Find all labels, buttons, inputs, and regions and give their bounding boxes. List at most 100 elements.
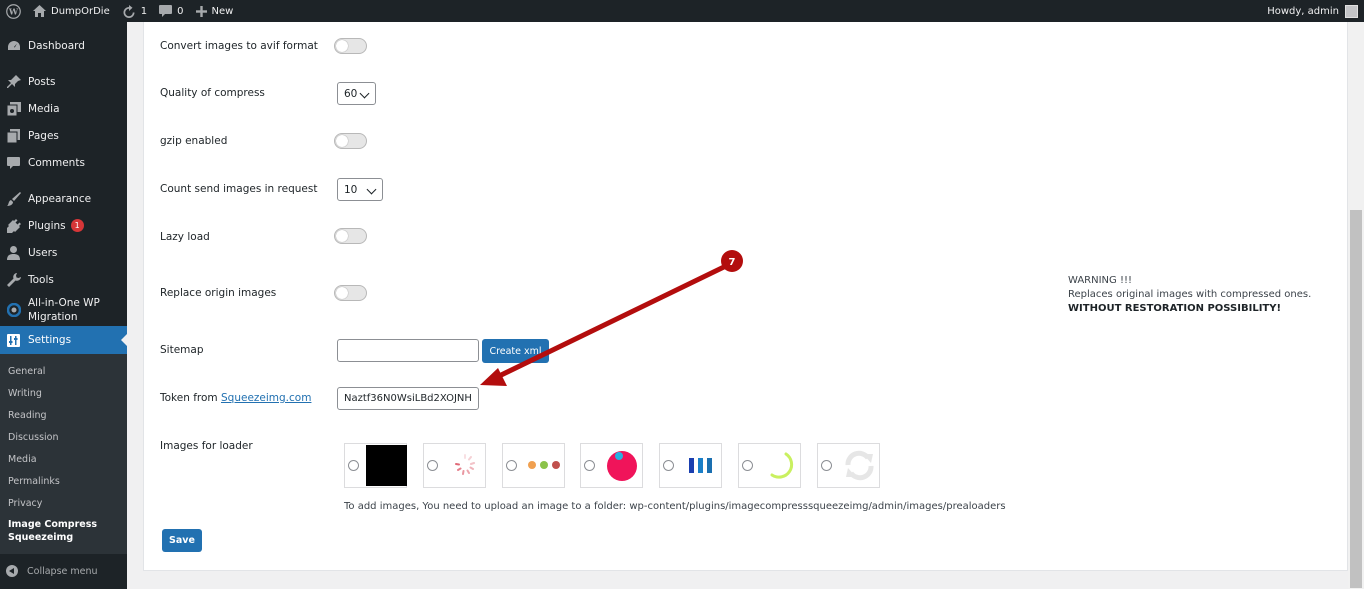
count-select[interactable]: 10 <box>337 178 383 201</box>
sidebar-item-dashboard[interactable]: Dashboard <box>0 32 127 59</box>
sidebar-item-all-in-one-wp-migration[interactable]: All-in-One WP Migration <box>0 293 127 326</box>
submenu-item-privacy[interactable]: Privacy <box>0 492 127 514</box>
submenu-item-general[interactable]: General <box>0 360 127 382</box>
updates-count: 1 <box>140 5 148 17</box>
gzip-toggle[interactable] <box>334 133 367 149</box>
loader-radio[interactable] <box>584 460 595 471</box>
plus-icon <box>195 5 207 17</box>
howdy-text: Howdy, admin <box>1267 5 1339 17</box>
submenu-item-image-compress-squeezeimg[interactable]: Image Compress Squeezeimg <box>0 514 100 548</box>
quality-label: Quality of compress <box>160 87 265 99</box>
dashed-spinner-loader-icon <box>445 445 486 486</box>
new-label: New <box>211 5 234 17</box>
sidebar-item-plugins[interactable]: Plugins 1 <box>0 212 127 239</box>
comments-link[interactable]: 0 <box>153 0 189 22</box>
new-content-link[interactable]: New <box>190 0 240 22</box>
sitemap-input[interactable] <box>337 339 479 362</box>
loader-label: Images for loader <box>160 440 253 452</box>
wrench-icon <box>6 272 21 287</box>
sidebar-item-tools[interactable]: Tools <box>0 266 127 293</box>
site-name-link[interactable]: DumpOrDie <box>27 0 116 22</box>
collapse-menu-button[interactable]: Collapse menu <box>0 558 127 584</box>
pages-icon <box>6 128 21 143</box>
brush-icon <box>6 191 21 206</box>
site-name: DumpOrDie <box>51 5 110 17</box>
token-input[interactable]: Naztf36N0WsiLBd2XOJNH <box>337 387 479 410</box>
loader-option-dots[interactable] <box>502 443 565 488</box>
submenu-item-media[interactable]: Media <box>0 448 127 470</box>
loader-radio[interactable] <box>663 460 674 471</box>
admin-bar: W DumpOrDie 1 0 New Howdy, admin <box>0 0 1364 22</box>
user-icon <box>6 245 21 260</box>
dashboard-icon <box>6 38 21 53</box>
token-label: Token from Squeezeimg.com <box>160 392 312 404</box>
three-dots-loader-icon <box>524 445 565 486</box>
avif-toggle[interactable] <box>334 38 367 54</box>
loader-radio[interactable] <box>742 460 753 471</box>
home-icon <box>33 5 46 17</box>
submenu-item-reading[interactable]: Reading <box>0 404 127 426</box>
avatar <box>1345 4 1358 18</box>
loader-radio[interactable] <box>427 460 438 471</box>
plug-icon <box>6 218 21 233</box>
gzip-label: gzip enabled <box>160 135 228 147</box>
loader-radio[interactable] <box>506 460 517 471</box>
chevron-down-icon <box>366 184 377 195</box>
migration-icon <box>6 302 21 317</box>
page-scrollbar[interactable] <box>1348 22 1364 589</box>
loader-radio[interactable] <box>821 460 832 471</box>
loader-option-refresh[interactable] <box>817 443 880 488</box>
black-square-loader-icon <box>366 445 407 486</box>
chevron-down-icon <box>359 88 370 99</box>
sidebar-item-users[interactable]: Users <box>0 239 127 266</box>
green-ring-loader-icon <box>760 445 801 486</box>
updates-icon <box>123 4 135 18</box>
bars-loader-icon <box>681 445 722 486</box>
my-account[interactable]: Howdy, admin <box>1267 4 1364 18</box>
sitemap-label: Sitemap <box>160 344 204 356</box>
submenu-item-discussion[interactable]: Discussion <box>0 426 127 448</box>
loader-option-bars[interactable] <box>659 443 722 488</box>
loader-option-pink-circle[interactable] <box>580 443 643 488</box>
updates-link[interactable]: 1 <box>116 0 153 22</box>
squeezeimg-link[interactable]: Squeezeimg.com <box>221 392 311 404</box>
svg-text:W: W <box>8 6 19 16</box>
pink-circle-loader-icon <box>602 445 643 486</box>
sidebar-item-pages[interactable]: Pages <box>0 122 127 149</box>
admin-sidebar: Dashboard Posts Media Pages Comments App… <box>0 22 127 589</box>
loader-option-black[interactable] <box>344 443 407 488</box>
loader-option-spinner[interactable] <box>423 443 486 488</box>
submenu-item-writing[interactable]: Writing <box>0 382 127 404</box>
sidebar-item-posts[interactable]: Posts <box>0 68 127 95</box>
replace-toggle[interactable] <box>334 285 367 301</box>
sidebar-item-settings[interactable]: Settings <box>0 326 127 354</box>
pin-icon <box>6 74 21 89</box>
submenu-item-permalinks[interactable]: Permalinks <box>0 470 127 492</box>
refresh-arrows-loader-icon <box>839 445 880 486</box>
quality-select[interactable]: 60 <box>337 82 376 105</box>
loader-radio[interactable] <box>348 460 359 471</box>
settings-submenu: General Writing Reading Discussion Media… <box>0 354 127 554</box>
scrollbar-thumb[interactable] <box>1350 210 1362 588</box>
media-icon <box>6 101 21 116</box>
comments-icon <box>6 155 21 170</box>
replace-label: Replace origin images <box>160 287 277 299</box>
lazy-load-label: Lazy load <box>160 231 210 243</box>
replace-warning: WARNING !!! Replaces original images wit… <box>1068 275 1312 314</box>
loader-help-text: To add images, You need to upload an ima… <box>344 501 1006 512</box>
loader-option-ring[interactable] <box>738 443 801 488</box>
lazy-load-toggle[interactable] <box>334 228 367 244</box>
comments-count: 0 <box>177 5 184 17</box>
settings-icon <box>6 333 21 348</box>
sidebar-item-appearance[interactable]: Appearance <box>0 185 127 212</box>
sidebar-item-comments[interactable]: Comments <box>0 149 127 176</box>
wordpress-logo-icon[interactable]: W <box>0 0 27 22</box>
create-xml-button[interactable]: Create xml <box>482 339 549 363</box>
sidebar-item-media[interactable]: Media <box>0 95 127 122</box>
comment-bubble-icon <box>159 5 173 17</box>
plugins-update-badge: 1 <box>70 219 84 232</box>
settings-form-panel: Convert images to avif format Quality of… <box>143 22 1348 571</box>
avif-label: Convert images to avif format <box>160 40 318 52</box>
save-button[interactable]: Save <box>162 529 202 552</box>
count-label: Count send images in request <box>160 183 318 195</box>
